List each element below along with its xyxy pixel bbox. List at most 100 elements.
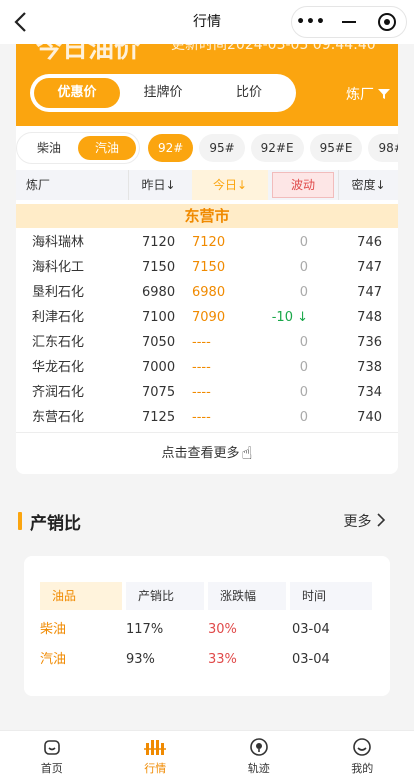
table-row[interactable]: 齐润石化 7075 ---- 0 734: [16, 380, 398, 405]
table-row[interactable]: 华龙石化 7000 ---- 0 738: [16, 355, 398, 380]
ratio-table-header: 油品 产销比 涨跌幅 时间: [40, 582, 374, 610]
factory-name: 汇东石化: [32, 335, 85, 350]
table-row[interactable]: 利津石化 7100 7090 -10 ↓ 748: [16, 305, 398, 330]
bottom-tab-bar: 首页 行情 轨迹 我的: [0, 730, 414, 780]
price-header: 今日油价 更新时间2024-03-05 09:44:40 优惠价 挂牌价 比价 …: [16, 30, 398, 126]
yesterday-price: 7075: [142, 385, 176, 400]
ratio-card: 油品 产销比 涨跌幅 时间 柴油 117% 30% 03-04 汽油 93% 3…: [24, 556, 390, 696]
ratio-time: 03-04: [292, 652, 330, 667]
grade-95e[interactable]: 95#E: [309, 134, 363, 162]
factory-filter-label: 炼厂: [346, 87, 374, 103]
ratio-change: 33%: [208, 652, 237, 667]
density: 746: [357, 235, 382, 250]
tab-market[interactable]: 行情: [104, 731, 208, 780]
grade-92[interactable]: 92#: [148, 134, 194, 162]
header-yesterday-sort[interactable]: 昨日↓: [128, 170, 188, 200]
table-row[interactable]: 汇东石化 7050 ---- 0 736: [16, 330, 398, 355]
minimize-icon: [342, 21, 356, 23]
grade-92e[interactable]: 92#E: [250, 134, 304, 162]
close-target-icon: [378, 13, 396, 31]
more-menu-button[interactable]: •••: [292, 7, 330, 37]
tab-profile[interactable]: 我的: [311, 731, 414, 780]
oil-type-diesel[interactable]: 柴油: [20, 136, 78, 160]
table-row[interactable]: 东营石化 7125 ---- 0 740: [16, 405, 398, 430]
section-title-text: 产销比: [30, 513, 81, 534]
tab-listed-price[interactable]: 挂牌价: [120, 78, 206, 108]
table-row[interactable]: 海科化工 7150 7150 0 747: [16, 255, 398, 280]
grade-95[interactable]: 95#: [199, 134, 245, 162]
price-rows: 海科瑞林 7120 7120 0 746 海科化工 7150 7150 0 74…: [16, 230, 398, 430]
yesterday-price: 7120: [142, 235, 176, 250]
ratio-more-link[interactable]: 更多: [344, 511, 386, 531]
ratio-oil: 柴油: [40, 622, 67, 637]
header-factory: 炼厂: [26, 178, 51, 192]
factory-filter-button[interactable]: 炼厂: [346, 84, 390, 104]
header-density-sort[interactable]: 密度↓: [338, 170, 398, 200]
tab-track-label: 轨迹: [247, 761, 270, 775]
price-change: 0: [299, 360, 308, 375]
price-change: 0: [299, 235, 308, 250]
table-row[interactable]: 垦利石化 6980 6980 0 747: [16, 280, 398, 305]
density: 748: [357, 310, 382, 325]
price-change: 0: [299, 335, 308, 350]
today-price: ----: [192, 385, 211, 400]
oil-type-switch: 柴油 汽油: [16, 132, 140, 164]
minimize-button[interactable]: [330, 7, 368, 37]
tab-compare-price[interactable]: 比价: [206, 78, 292, 108]
tab-discount-price[interactable]: 优惠价: [34, 78, 120, 108]
header-wave[interactable]: 波动: [272, 172, 334, 198]
ratio-header-ratio: 产销比: [126, 582, 204, 610]
more-dots-icon: •••: [296, 14, 326, 30]
factory-name: 垦利石化: [32, 285, 85, 300]
table-row: 柴油 117% 30% 03-04: [40, 616, 374, 644]
today-price: ----: [192, 360, 211, 375]
density: 747: [357, 285, 382, 300]
yesterday-price: 7050: [142, 335, 176, 350]
table-row[interactable]: 海科瑞林 7120 7120 0 746: [16, 230, 398, 255]
today-price: 7150: [192, 260, 226, 275]
section-accent-bar: [18, 512, 22, 530]
density: 736: [357, 335, 382, 350]
chevron-right-icon: [377, 513, 386, 527]
table-header: 炼厂 昨日↓ 今日↓ 波动 密度↓: [16, 170, 398, 200]
price-change: 0: [299, 385, 308, 400]
ratio-oil: 汽油: [40, 652, 67, 667]
price-type-switch: 优惠价 挂牌价 比价: [30, 74, 296, 112]
track-icon: [248, 736, 270, 758]
oil-type-gasoline[interactable]: 汽油: [78, 136, 136, 160]
market-icon: [144, 736, 167, 758]
yesterday-price: 7000: [142, 360, 176, 375]
price-change: 0: [299, 410, 308, 425]
tab-home[interactable]: 首页: [0, 731, 104, 780]
ratio-more-label: 更多: [343, 514, 372, 530]
filter-funnel-icon: [378, 89, 390, 99]
tab-track[interactable]: 轨迹: [207, 731, 311, 780]
close-app-button[interactable]: [368, 7, 406, 37]
price-table-card: 柴油 汽油 92# 95# 92#E 95#E 98# 炼厂 昨日↓ 今日↓ 波…: [16, 126, 398, 474]
header-today-sort[interactable]: 今日↓: [192, 170, 268, 200]
tab-home-label: 首页: [40, 761, 63, 775]
grade-selector: 92# 95# 92#E 95#E 98#: [148, 134, 398, 162]
density: 747: [357, 260, 382, 275]
density: 738: [357, 360, 382, 375]
yesterday-price: 7150: [142, 260, 176, 275]
section-title: 产销比: [18, 508, 81, 534]
ratio-header-time: 时间: [290, 582, 372, 610]
ratio-value: 117%: [126, 622, 164, 637]
yesterday-price: 7125: [142, 410, 176, 425]
city-group-header: 东营市: [16, 204, 398, 228]
table-row: 汽油 93% 33% 03-04: [40, 646, 374, 674]
view-more-button[interactable]: 点击查看更多 ☝: [16, 442, 398, 464]
factory-name: 海科瑞林: [32, 235, 85, 250]
factory-name: 利津石化: [32, 310, 85, 325]
today-price: 7120: [192, 235, 226, 250]
factory-name: 东营石化: [32, 410, 85, 425]
grade-98[interactable]: 98#: [368, 134, 398, 162]
price-change: 0: [299, 260, 308, 275]
today-price: ----: [192, 335, 211, 350]
factory-name: 海科化工: [32, 260, 85, 275]
profile-icon: [351, 736, 373, 758]
density: 734: [357, 385, 382, 400]
divider: [16, 432, 398, 433]
tab-market-label: 行情: [144, 761, 167, 775]
